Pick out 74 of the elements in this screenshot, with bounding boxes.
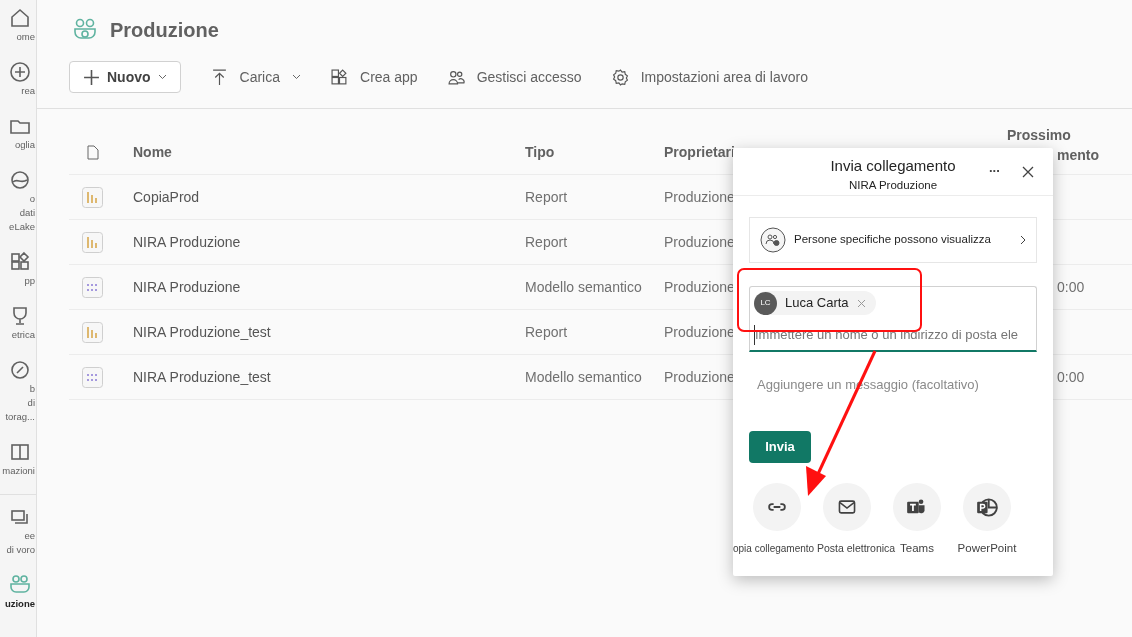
- sidebar-item[interactable]: mazioni: [2, 464, 36, 478]
- sidebar-item[interactable]: pp: [24, 274, 36, 288]
- sidebar-item[interactable]: b di torag...: [0, 382, 36, 424]
- table-cell-text: Modello semantico: [525, 277, 642, 297]
- mail-icon: [838, 500, 856, 514]
- teams-share-button[interactable]: [893, 483, 941, 531]
- column-header: mento: [1057, 145, 1099, 165]
- table-cell-text: Produzione: [664, 232, 735, 252]
- home-icon[interactable]: [8, 6, 32, 30]
- sidebar-item[interactable]: uzione: [4, 597, 36, 611]
- table-cell-text: NIRA Produzione_test: [133, 322, 271, 342]
- close-icon[interactable]: [1022, 166, 1034, 178]
- sidebar-item[interactable]: etrica: [11, 328, 36, 342]
- column-header: Proprietari: [664, 143, 735, 162]
- table-cell-text: CopiaProd: [133, 187, 200, 207]
- toolbar-button[interactable]: Impostazioni area di lavoro: [611, 61, 808, 93]
- gear-icon: [611, 68, 629, 86]
- file-icon: [87, 145, 99, 160]
- table-cell-text: Modello semantico: [525, 367, 642, 387]
- table-cell-text: Produzione: [664, 277, 735, 297]
- send-button[interactable]: Invia: [749, 431, 811, 463]
- workspace-title: Produzione: [110, 18, 219, 43]
- powerpoint-share-button[interactable]: [963, 483, 1011, 531]
- mail-share-button[interactable]: [823, 483, 871, 531]
- sidebar-item[interactable]: rea: [21, 84, 36, 98]
- dialog-subtitle: NIRA Produzione: [848, 178, 938, 193]
- permission-button[interactable]: Persone specifiche possono visualizza: [749, 217, 1037, 263]
- semantic-model-icon: [82, 276, 103, 298]
- table-cell-text: NIRA Produzione: [133, 277, 241, 297]
- create-icon[interactable]: [8, 60, 32, 84]
- share-option-label: Posta elettronica: [817, 541, 896, 556]
- share-option-label: opia collegamento: [733, 542, 815, 556]
- link-icon: [768, 503, 786, 511]
- table-cell-text: NIRA Produzione: [133, 232, 241, 252]
- table-cell-text: Report: [525, 322, 568, 342]
- table-cell-text: 0:00: [1057, 277, 1085, 297]
- column-header: Nome: [133, 143, 172, 162]
- people-icon: [760, 227, 786, 253]
- toolbar-button[interactable]: Nuovo: [69, 61, 181, 93]
- report-icon: [82, 321, 103, 343]
- sidebar-item[interactable]: o dati eLake: [0, 192, 36, 234]
- dialog-title: Invia collegamento: [830, 157, 956, 175]
- sidebar-item[interactable]: ee di voro: [6, 529, 36, 557]
- more-button[interactable]: ...: [989, 158, 1000, 178]
- toolbar-button[interactable]: Crea app: [331, 61, 418, 93]
- sidebar-item[interactable]: oglia: [14, 138, 36, 152]
- column-header: Tipo: [525, 143, 555, 162]
- chevron-right-icon: [1020, 235, 1026, 245]
- table-cell-text: Produzione: [664, 187, 735, 207]
- people-icon: [447, 68, 465, 86]
- recipient-chip: LC Luca Carta: [754, 291, 876, 315]
- recipient-box[interactable]: LC Luca Carta Immettere un nome o un indirizzo di posta ele: [749, 286, 1037, 352]
- share-option-label: Teams: [900, 541, 934, 556]
- table-cell-text: Produzione: [664, 322, 735, 342]
- table-cell-text: NIRA Produzione_test: [133, 367, 271, 387]
- upload-icon: [210, 68, 228, 86]
- table-cell-text: Report: [525, 232, 568, 252]
- column-header: Prossimo: [1007, 125, 1071, 145]
- report-icon: [82, 231, 103, 253]
- table-cell-text: Report: [525, 187, 568, 207]
- recipient-input[interactable]: Immettere un nome o un indirizzo di posta ele: [754, 325, 1036, 345]
- share-option-label: PowerPoint: [957, 541, 1017, 556]
- app-icon: [331, 68, 349, 86]
- link-share-button[interactable]: [753, 483, 801, 531]
- semantic-model-icon: [82, 366, 103, 388]
- sidebar-item[interactable]: ome: [16, 30, 36, 44]
- table-cell-text: Produzione: [664, 367, 735, 387]
- table-cell-text: 0:00: [1057, 367, 1085, 387]
- toolbar-button[interactable]: Gestisci accesso: [447, 61, 582, 93]
- remove-icon[interactable]: [856, 298, 866, 308]
- plus-icon: [83, 68, 100, 86]
- powerpoint-icon: [976, 497, 998, 517]
- toolbar-button[interactable]: Carica: [210, 61, 302, 93]
- report-icon: [82, 186, 103, 208]
